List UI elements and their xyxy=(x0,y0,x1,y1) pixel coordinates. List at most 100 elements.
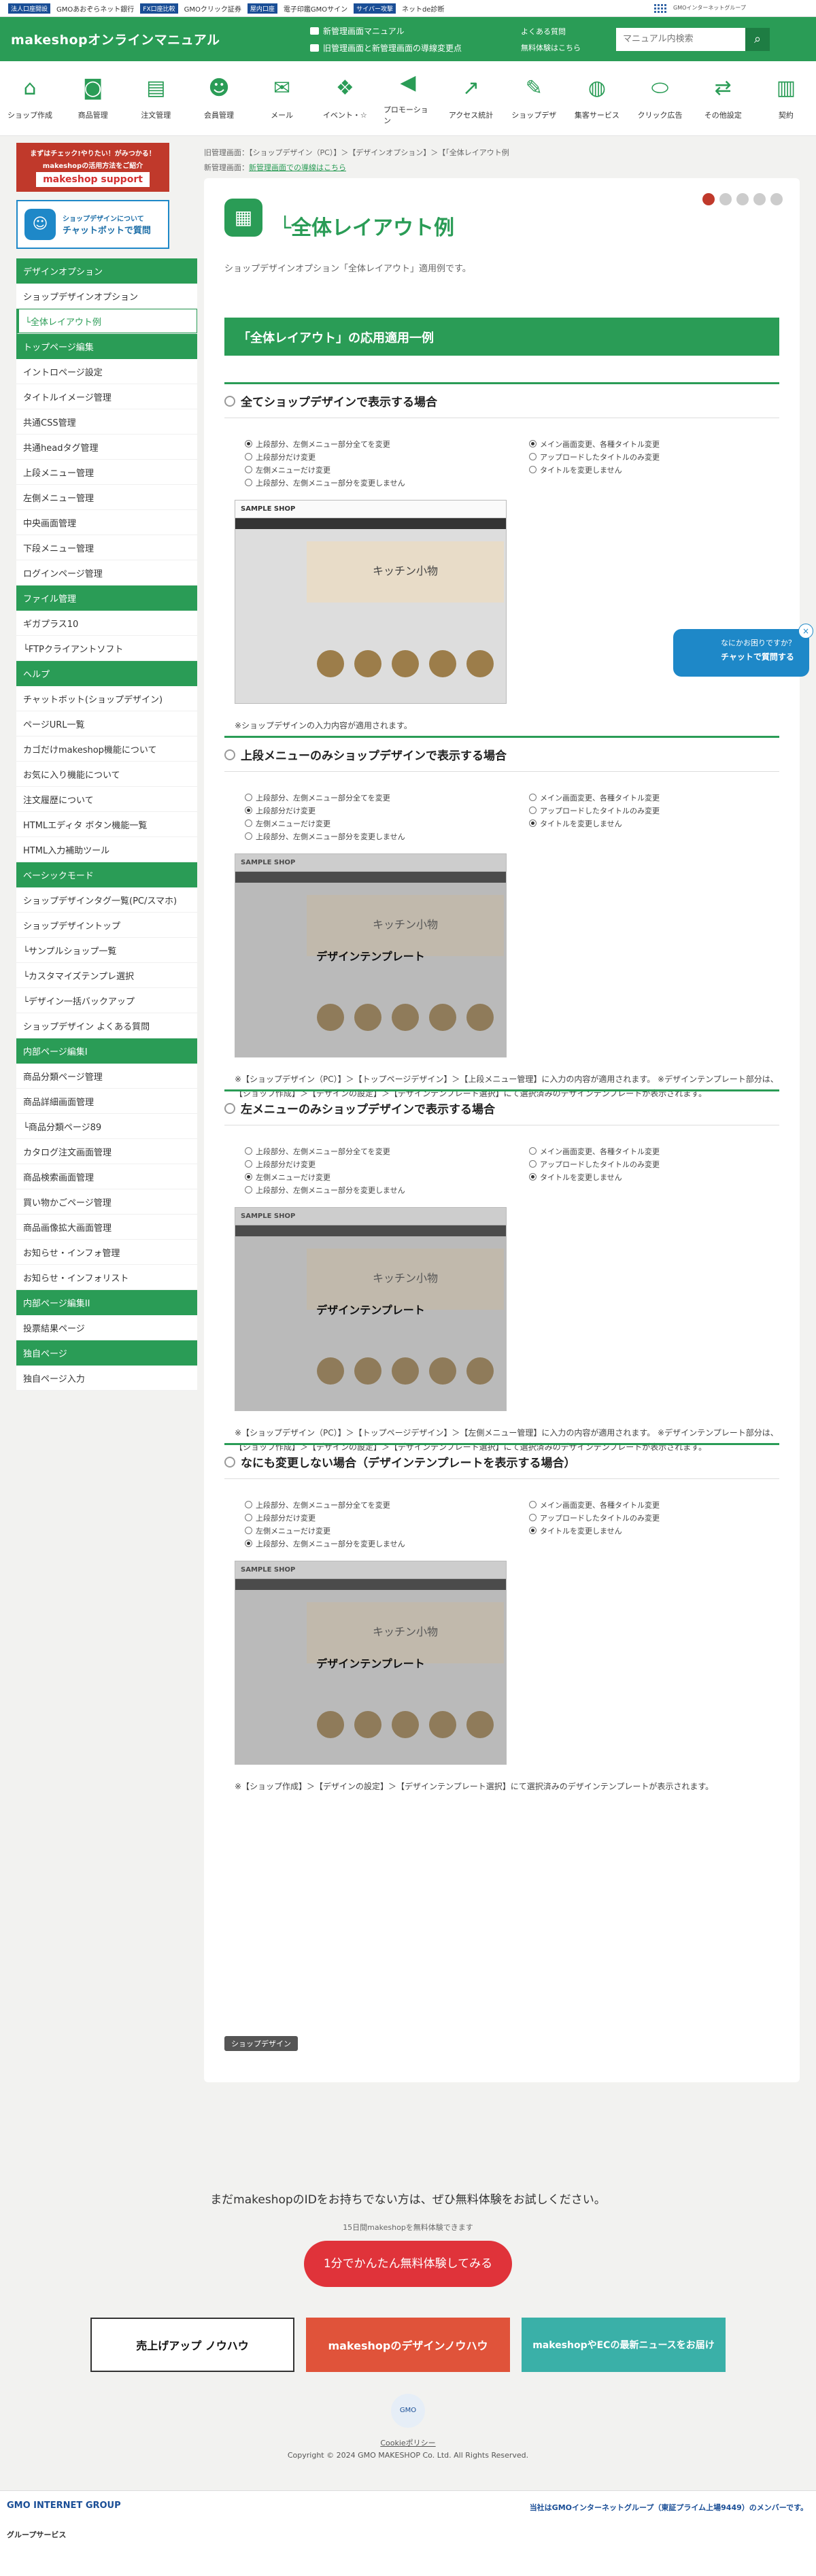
radio-option[interactable]: 上段部分、左側メニュー部分を変更しません xyxy=(245,476,495,489)
radio-button[interactable] xyxy=(245,832,252,840)
radio-button[interactable] xyxy=(245,479,252,486)
radio-button[interactable] xyxy=(529,1160,537,1168)
sidebar-item[interactable]: 商品画像拡大画面管理 xyxy=(16,1215,197,1240)
sidebar-item[interactable]: ショップデザイン よくある質問 xyxy=(16,1013,197,1038)
sidebar-item[interactable]: お気に入り機能について xyxy=(16,762,197,787)
support-banner[interactable]: まずはチェック!やりたい！がみつかる！ makeshopの活用方法をご紹介 ma… xyxy=(16,143,169,192)
gnav-item[interactable]: ◀ プロモーション xyxy=(384,61,432,135)
new-admin-route-link[interactable]: 新管理画面での導線はこちら xyxy=(249,163,346,172)
radio-button[interactable] xyxy=(245,1527,252,1534)
radio-button[interactable] xyxy=(529,1501,537,1508)
chat-float-widget[interactable]: なにかお困りですか？ チャットで質問する × xyxy=(673,624,813,677)
sidebar-item[interactable]: └商品分類ページ89 xyxy=(16,1114,197,1139)
search-button[interactable]: ⌕ xyxy=(745,27,770,51)
radio-button[interactable] xyxy=(529,1527,537,1534)
radio-option[interactable]: 上段部分だけ変更 xyxy=(245,1511,495,1524)
promo-banner-knowhow[interactable]: 売上げアップ ノウハウ xyxy=(90,2318,294,2372)
sidebar-item[interactable]: ログインページ管理 xyxy=(16,560,197,586)
sidebar-item[interactable]: ページURL一覧 xyxy=(16,711,197,736)
radio-button[interactable] xyxy=(529,440,537,447)
monitor-icon[interactable] xyxy=(770,193,783,205)
sidebar-item[interactable]: お知らせ・インフォリスト xyxy=(16,1265,197,1290)
gmo-link[interactable]: 法人口座開設 xyxy=(8,3,51,14)
close-icon[interactable]: × xyxy=(798,624,813,639)
radio-option[interactable]: 左側メニューだけ変更 xyxy=(245,817,495,830)
gnav-item[interactable]: ◍ 集客サービス xyxy=(573,61,622,135)
gmo-link[interactable]: FX口座比較 xyxy=(140,3,178,14)
sidebar-item[interactable]: ショップデザインタグ一覧(PC/スマホ) xyxy=(16,887,197,913)
sidebar-item[interactable]: └カスタマイズテンプレ選択 xyxy=(16,963,197,988)
pinterest-icon[interactable] xyxy=(702,193,715,205)
promo-banner-news[interactable]: makeshopやECの最新ニュースをお届け xyxy=(522,2318,726,2372)
radio-option[interactable]: 上段部分だけ変更 xyxy=(245,450,495,463)
radio-button[interactable] xyxy=(245,453,252,460)
sidebar-item[interactable]: カタログ注文画面管理 xyxy=(16,1139,197,1164)
radio-button[interactable] xyxy=(245,819,252,827)
radio-button[interactable] xyxy=(245,794,252,801)
sidebar-item[interactable]: チャットボット(ショップデザイン) xyxy=(16,686,197,711)
sidebar-item[interactable]: 注文履歴について xyxy=(16,787,197,812)
radio-option[interactable]: メイン画面変更、各種タイトル変更 xyxy=(529,437,779,450)
sidebar-item[interactable]: └デザイン一括バックアップ xyxy=(16,988,197,1013)
sidebar-item[interactable]: └FTPクライアントソフト xyxy=(16,636,197,661)
faq-link[interactable]: よくある質問 xyxy=(521,26,616,37)
radio-option[interactable]: 上段部分、左側メニュー部分全てを変更 xyxy=(245,437,495,450)
sidebar-item[interactable]: HTML入力補助ツール xyxy=(16,837,197,862)
radio-button[interactable] xyxy=(245,1514,252,1521)
radio-button[interactable] xyxy=(245,807,252,814)
grid-icon[interactable] xyxy=(654,3,666,13)
sidebar-item[interactable]: 商品詳細画面管理 xyxy=(16,1089,197,1114)
sidebar-item[interactable]: カゴだけmakeshop機能について xyxy=(16,736,197,762)
radio-button[interactable] xyxy=(245,1540,252,1547)
radio-option[interactable]: メイン画面変更、各種タイトル変更 xyxy=(529,1498,779,1511)
sidebar-item[interactable]: ギガプラス10 xyxy=(16,611,197,636)
sidebar-item[interactable]: 独自ページ入力 xyxy=(16,1366,197,1391)
gnav-item[interactable]: ☻ 会員管理 xyxy=(194,61,243,135)
gnav-item[interactable]: ⌂ ショップ作成 xyxy=(5,61,54,135)
gnav-item[interactable]: ✎ ショップデザ xyxy=(509,61,558,135)
radio-button[interactable] xyxy=(529,1147,537,1155)
radio-option[interactable]: アップロードしたタイトルのみ変更 xyxy=(529,804,779,817)
radio-button[interactable] xyxy=(245,1186,252,1193)
gnav-item[interactable]: ⬭ クリック広告 xyxy=(636,61,685,135)
radio-option[interactable]: アップロードしたタイトルのみ変更 xyxy=(529,1511,779,1524)
radio-option[interactable]: メイン画面変更、各種タイトル変更 xyxy=(529,1145,779,1157)
radio-option[interactable]: タイトルを変更しません xyxy=(529,1170,779,1183)
sidebar-item[interactable]: 上段メニュー管理 xyxy=(16,460,197,485)
gnav-item[interactable]: ↗ アクセス統計 xyxy=(447,61,496,135)
radio-option[interactable]: 上段部分、左側メニュー部分全てを変更 xyxy=(245,791,495,804)
new-admin-manual-link[interactable]: 新管理画面マニュアル xyxy=(310,25,521,37)
gmo-link[interactable]: サイバー攻撃 xyxy=(354,3,396,14)
radio-option[interactable]: 左側メニューだけ変更 xyxy=(245,1170,495,1183)
gmo-link[interactable]: GMOあおぞらネット銀行 xyxy=(53,3,137,14)
gnav-item[interactable]: ⇄ その他設定 xyxy=(698,61,747,135)
gnav-item[interactable]: ▤ 注文管理 xyxy=(131,61,180,135)
radio-option[interactable]: タイトルを変更しません xyxy=(529,1524,779,1537)
sidebar-item[interactable]: 左側メニュー管理 xyxy=(16,485,197,510)
radio-option[interactable]: 左側メニューだけ変更 xyxy=(245,1524,495,1537)
radio-option[interactable]: 上段部分だけ変更 xyxy=(245,1157,495,1170)
sidebar-item[interactable]: 下段メニュー管理 xyxy=(16,535,197,560)
radio-button[interactable] xyxy=(529,807,537,814)
radio-button[interactable] xyxy=(245,440,252,447)
sidebar-item[interactable]: └全体レイアウト例 xyxy=(16,309,197,334)
radio-option[interactable]: タイトルを変更しません xyxy=(529,817,779,830)
radio-button[interactable] xyxy=(245,1147,252,1155)
sidebar-item[interactable]: タイトルイメージ管理 xyxy=(16,384,197,409)
sidebar-item[interactable]: HTMLエディタ ボタン機能一覧 xyxy=(16,812,197,837)
free-trial-button[interactable]: 1分でかんたん無料体験してみる xyxy=(304,2241,512,2287)
radio-button[interactable] xyxy=(245,1173,252,1181)
print-icon[interactable] xyxy=(719,193,732,205)
gmo-link[interactable]: ネットde診断 xyxy=(398,3,448,14)
radio-option[interactable]: 上段部分、左側メニュー部分全てを変更 xyxy=(245,1498,495,1511)
gnav-item[interactable]: ❖ イベント・☆ xyxy=(320,61,369,135)
radio-option[interactable]: 上段部分だけ変更 xyxy=(245,804,495,817)
chatbot-banner[interactable]: ☺ ショップデザインについて チャットボットで質問 xyxy=(16,200,169,249)
radio-button[interactable] xyxy=(529,794,537,801)
promo-banner-design[interactable]: makeshopのデザインノウハウ xyxy=(306,2318,510,2372)
radio-option[interactable]: 上段部分、左側メニュー部分を変更しません xyxy=(245,1537,495,1550)
sidebar-item[interactable]: お知らせ・インフォ管理 xyxy=(16,1240,197,1265)
radio-option[interactable]: アップロードしたタイトルのみ変更 xyxy=(529,450,779,463)
radio-option[interactable]: アップロードしたタイトルのみ変更 xyxy=(529,1157,779,1170)
sidebar-item[interactable]: 中央画面管理 xyxy=(16,510,197,535)
